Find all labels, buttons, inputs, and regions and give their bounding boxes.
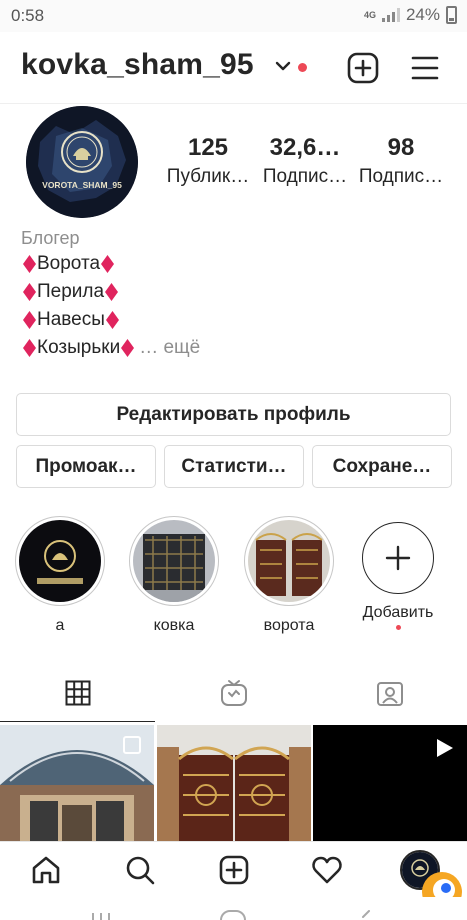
tab-grid[interactable] — [0, 664, 155, 722]
home-icon[interactable] — [30, 854, 62, 886]
profile-category: Блогер — [21, 228, 80, 248]
grid-icon — [65, 680, 90, 706]
diamond-icon — [105, 311, 119, 329]
bio-line: Ворота — [22, 253, 115, 275]
followers-label: Подпис… — [262, 166, 348, 187]
new-post-icon[interactable] — [347, 52, 379, 84]
bio-line: Козырьки … ещё — [22, 337, 200, 359]
igtv-icon — [220, 680, 247, 706]
menu-icon[interactable] — [411, 54, 439, 82]
active-tab-indicator — [0, 721, 155, 722]
profile-tabs — [0, 664, 467, 722]
diamond-icon — [121, 339, 135, 357]
carousel-icon — [123, 736, 141, 754]
highlight-cover — [248, 520, 330, 602]
profile-avatar[interactable]: VOROTA_SHAM_95 — [26, 106, 138, 218]
diamond-icon — [23, 311, 36, 329]
highlight-item[interactable]: ворота — [244, 516, 334, 635]
add-icon[interactable] — [218, 854, 250, 886]
add-highlight-label: Добавить — [362, 604, 434, 621]
bio-more-link[interactable]: … ещё — [139, 337, 200, 359]
search-icon[interactable] — [124, 854, 156, 886]
highlight-cover — [133, 520, 215, 602]
following-count: 98 — [387, 134, 415, 161]
add-highlight-dot — [395, 625, 401, 630]
profile-header: kovka_sham_95 — [0, 32, 467, 104]
diamond-icon — [105, 283, 119, 301]
tagged-icon — [376, 682, 403, 706]
post-thumbnail[interactable] — [0, 725, 154, 843]
add-highlight-button[interactable]: Добавить — [353, 516, 443, 630]
insights-button[interactable]: Статисти… — [164, 445, 304, 488]
bio-line-text: Ворота — [37, 253, 101, 274]
saved-button[interactable]: Сохране… — [312, 445, 452, 488]
notification-dot — [298, 63, 307, 72]
bio-line: Перила — [22, 281, 119, 303]
status-bar: 0:58 4G 24% — [0, 0, 467, 32]
battery-percent: 24% — [405, 5, 440, 24]
diamond-icon — [101, 255, 115, 273]
status-icons: 4G 24% — [364, 5, 457, 25]
heart-icon[interactable] — [311, 854, 343, 886]
stat-following[interactable]: 98 Подпис… — [355, 134, 447, 188]
promotions-button[interactable]: Промоак… — [16, 445, 156, 488]
stat-posts[interactable]: 125 Публик… — [162, 134, 254, 188]
bio-line-text: Навесы — [37, 309, 105, 330]
play-icon — [437, 739, 453, 757]
edit-profile-button[interactable]: Редактировать профиль — [16, 393, 451, 436]
recent-apps-icon[interactable] — [90, 911, 112, 920]
network-type: 4G — [363, 9, 376, 20]
home-button-icon[interactable] — [220, 910, 246, 920]
bio-line: Навесы — [22, 309, 120, 331]
highlight-label: а — [55, 617, 65, 634]
highlight-label: ковка — [153, 617, 195, 634]
bio-line-text: Перила — [37, 281, 105, 302]
chevron-down-icon[interactable] — [275, 58, 291, 74]
diamond-icon — [23, 339, 36, 357]
highlight-label: ворота — [263, 617, 315, 634]
post-thumbnail[interactable] — [157, 725, 311, 843]
signal-icon — [381, 8, 400, 22]
diamond-icon — [23, 283, 36, 301]
highlight-cover — [19, 520, 101, 602]
battery-icon — [446, 6, 457, 24]
bio-line-text: Козырьки — [37, 337, 121, 358]
stat-followers[interactable]: 32,6… Подпис… — [259, 134, 351, 188]
bottom-navigation — [0, 841, 467, 912]
avatar-logo-text: VOROTA_SHAM_95 — [42, 180, 122, 190]
back-icon[interactable] — [360, 910, 372, 920]
account-username[interactable]: kovka_sham_95 — [21, 48, 254, 82]
followers-count: 32,6… — [269, 134, 341, 161]
tab-tagged[interactable] — [312, 664, 467, 722]
following-label: Подпис… — [358, 166, 444, 187]
status-time: 0:58 — [11, 6, 45, 25]
plus-icon — [385, 545, 411, 571]
highlight-item[interactable]: а — [15, 516, 105, 635]
diamond-icon — [23, 255, 36, 273]
posts-label: Публик… — [166, 166, 250, 187]
highlight-item[interactable]: ковка — [129, 516, 219, 635]
posts-count: 125 — [187, 134, 229, 161]
add-highlight-ring[interactable] — [362, 522, 434, 594]
tab-igtv[interactable] — [156, 664, 311, 722]
system-navigation-bar — [0, 897, 467, 920]
post-thumbnail-video[interactable] — [313, 725, 467, 843]
